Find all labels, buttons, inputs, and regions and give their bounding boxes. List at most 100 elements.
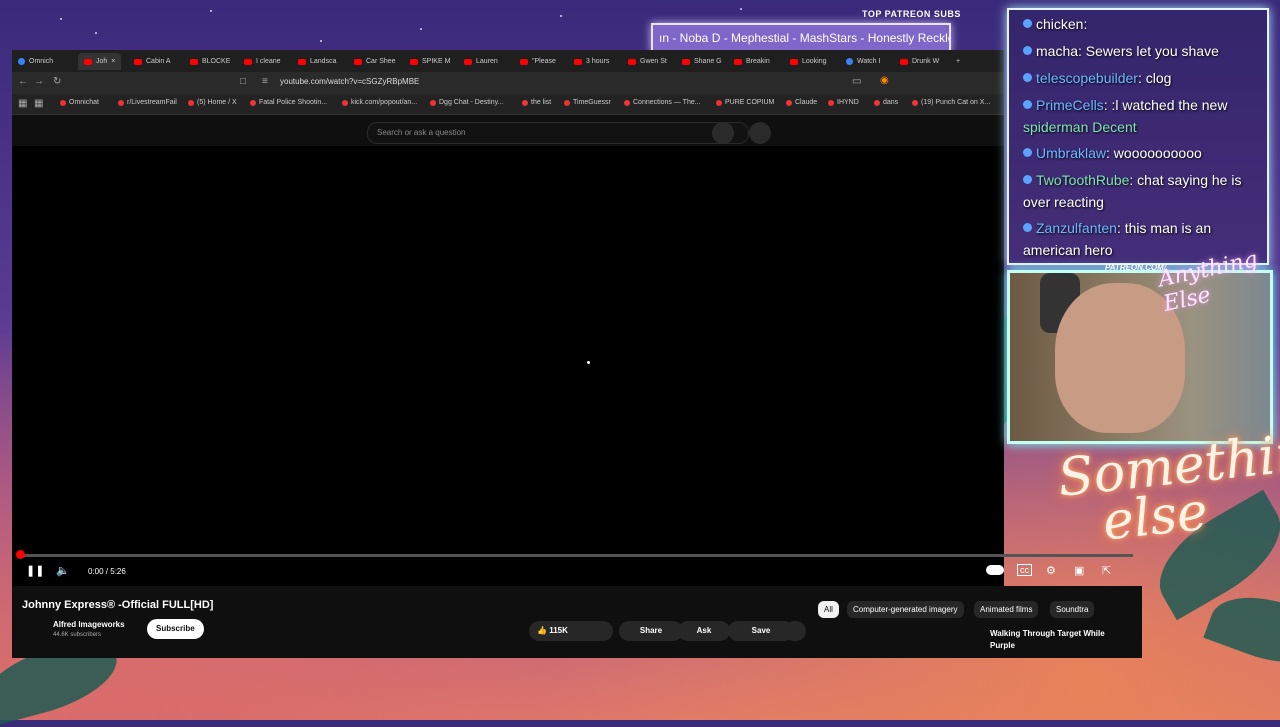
bookmark-item[interactable]: IHYND: [828, 99, 859, 106]
bookmark-icon[interactable]: □: [240, 76, 246, 87]
bookmark-label: r/LivestreamFail: [127, 99, 177, 106]
bookmark-favicon-icon: [874, 99, 880, 106]
apps-icon[interactable]: ▦: [18, 98, 27, 109]
browser-tab[interactable]: Gwen St: [628, 53, 667, 70]
browser-tab[interactable]: Drunk W: [900, 53, 939, 70]
chat-username: Zanzulfanten: [1036, 220, 1117, 236]
bookmark-item[interactable]: (5) Home / X: [188, 99, 237, 106]
chip-animated-films[interactable]: Animated films: [974, 601, 1039, 618]
share-button[interactable]: Share: [619, 621, 683, 641]
youtube-favicon-icon: [84, 58, 92, 65]
patreon-ticker: ın - Noba D - Mephestial - MashStars - H…: [651, 23, 951, 53]
chat-text: spiderman Decent: [1023, 119, 1137, 135]
browser-tab[interactable]: Omnich: [18, 53, 53, 70]
close-tab-icon[interactable]: ×: [111, 58, 115, 65]
bookmark-item[interactable]: Fatal Police Shootin...: [250, 99, 327, 106]
cast-icon[interactable]: ▭: [852, 76, 861, 87]
volume-icon[interactable]: 🔈: [56, 564, 70, 577]
captions-icon[interactable]: cc: [1017, 564, 1032, 576]
new-tab-button[interactable]: +: [956, 53, 960, 70]
chat-text: : Sewers let you shave: [1078, 43, 1219, 59]
bookmark-label: (19) Punch Cat on X...: [921, 99, 991, 106]
fullscreen-icon[interactable]: ⇱: [1102, 564, 1111, 577]
browser-tab[interactable]: Cabin A: [134, 53, 171, 70]
chat-badge-icon: [1023, 19, 1032, 28]
brave-shield-icon[interactable]: ◉: [880, 75, 889, 86]
channel-avatar[interactable]: [24, 619, 48, 643]
player-controls: ❚❚ 🔈 0:00 / 5:26 cc ⚙ ▣ ⇱: [12, 560, 1142, 584]
browser-tab[interactable]: "Please: [520, 53, 556, 70]
chip-all[interactable]: All: [818, 601, 839, 618]
browser-tab[interactable]: I cleane: [244, 53, 281, 70]
ask-button[interactable]: Ask: [678, 621, 730, 641]
browser-tab[interactable]: BLOCKE: [190, 53, 230, 70]
tab-label: Drunk W: [912, 58, 940, 65]
recommended-video-title[interactable]: Walking Through Target While Purple: [990, 628, 1110, 652]
chat-message: spiderman Decent: [1023, 119, 1137, 135]
bookmark-item[interactable]: PURE COPIUM: [716, 99, 774, 106]
browser-tab[interactable]: Breakin: [734, 53, 770, 70]
progress-bar[interactable]: [18, 554, 1133, 557]
settings-gear-icon[interactable]: ⚙: [1046, 564, 1056, 577]
bookmark-item[interactable]: Dgg Chat - Destiny...: [430, 99, 503, 106]
bookmark-label: Claude: [795, 99, 818, 106]
bookmark-item[interactable]: kick.com/popout/an...: [342, 99, 417, 106]
bookmark-item[interactable]: the list: [522, 99, 551, 106]
bookmark-item[interactable]: Connections — The...: [624, 99, 701, 106]
bookmark-item[interactable]: r/LivestreamFail: [118, 99, 177, 106]
chat-badge-icon: [1023, 100, 1032, 109]
browser-tab[interactable]: Lauren: [464, 53, 498, 70]
bookmark-label: the list: [531, 99, 552, 106]
star: [60, 18, 62, 20]
channel-name[interactable]: Alfred Imageworks: [53, 620, 125, 629]
youtube-favicon-icon: [190, 58, 198, 65]
bookmark-item[interactable]: dans: [874, 99, 898, 106]
bookmark-favicon-icon: [522, 99, 528, 106]
youtube-favicon-icon: [134, 58, 142, 65]
youtube-favicon-icon: [574, 58, 582, 65]
reload-icon[interactable]: ↻: [53, 76, 61, 87]
like-button[interactable]: 👍 115K: [529, 621, 613, 641]
browser-tab[interactable]: Landsca: [298, 53, 336, 70]
youtube-favicon-icon: [464, 58, 472, 65]
browser-tab[interactable]: Car Shee: [354, 53, 396, 70]
search-button[interactable]: [712, 122, 734, 144]
browser-tab[interactable]: Joh ×: [78, 53, 122, 70]
forward-icon[interactable]: →: [34, 76, 44, 87]
browser-tab[interactable]: SPIKE M: [410, 53, 450, 70]
back-icon[interactable]: ←: [18, 76, 28, 87]
youtube-search-input[interactable]: Search or ask a question: [367, 122, 749, 144]
bookmark-label: IHYND: [837, 99, 859, 106]
bookmark-item[interactable]: TimeGuessr: [564, 99, 611, 106]
bookmark-item[interactable]: Claude: [786, 99, 817, 106]
autoplay-toggle[interactable]: [986, 565, 1004, 575]
bookmark-favicon-icon: [60, 99, 66, 106]
url-field[interactable]: youtube.com/watch?v=cSGZyRBpMBE: [280, 77, 419, 86]
tab-label: Breakin: [746, 58, 770, 65]
chip-cgi[interactable]: Computer-generated imagery: [847, 601, 964, 618]
address-bar: ← → ↻ □ ≡ youtube.com/watch?v=cSGZyRBpMB…: [12, 72, 1004, 94]
miniplayer-icon[interactable]: ▣: [1074, 564, 1084, 577]
chat-message: macha: Sewers let you shave: [1023, 43, 1219, 59]
pause-icon[interactable]: ❚❚: [26, 564, 44, 577]
subscribe-button[interactable]: Subscribe: [147, 619, 204, 639]
bookmark-favicon-icon: [564, 99, 570, 106]
star: [560, 15, 562, 17]
browser-tab[interactable]: Shane G: [682, 53, 722, 70]
browser-tab[interactable]: Watch I: [846, 53, 880, 70]
progress-scrubber[interactable]: [16, 550, 25, 559]
chat-username: chicken: [1036, 16, 1084, 32]
chat-badge-icon: [1023, 46, 1032, 55]
more-actions-button[interactable]: [784, 621, 806, 641]
browser-tab[interactable]: Looking: [790, 53, 827, 70]
chip-soundtrack[interactable]: Soundtra: [1050, 601, 1095, 618]
grid-icon[interactable]: ▦: [34, 98, 43, 109]
voice-search-button[interactable]: [749, 122, 771, 144]
video-title: Johnny Express® -Official FULL[HD]: [22, 599, 214, 611]
video-player[interactable]: [12, 146, 1004, 586]
ticker-text: ın - Noba D - Mephestial - MashStars - H…: [659, 31, 951, 45]
browser-tab[interactable]: 3 hours: [574, 53, 609, 70]
site-info-icon[interactable]: ≡: [262, 76, 268, 87]
bookmark-item[interactable]: (19) Punch Cat on X...: [912, 99, 990, 106]
bookmark-item[interactable]: Omnichat: [60, 99, 99, 106]
